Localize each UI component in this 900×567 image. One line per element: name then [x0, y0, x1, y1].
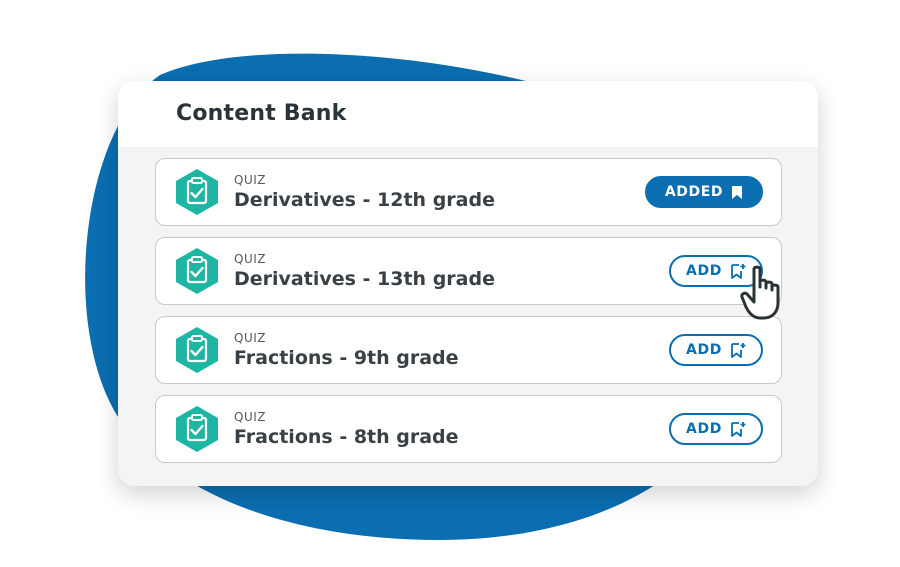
item-type: QUIZ	[234, 410, 266, 424]
button-label: ADD	[686, 421, 722, 437]
item-title: Fractions - 9th grade	[234, 347, 459, 369]
item-type: QUIZ	[234, 173, 266, 187]
quiz-clipboard-icon	[176, 327, 218, 373]
bookmark-add-icon	[731, 343, 746, 358]
bookmark-filled-icon	[732, 185, 743, 199]
panel-header: Content Bank	[118, 81, 818, 147]
list-item[interactable]: QUIZ Derivatives - 12th grade ADDED	[155, 158, 782, 226]
quiz-clipboard-icon	[176, 169, 218, 215]
button-label: ADD	[686, 263, 722, 279]
list-item[interactable]: QUIZ Fractions - 9th grade ADD	[155, 316, 782, 384]
item-title: Derivatives - 13th grade	[234, 268, 495, 290]
add-button[interactable]: ADD	[669, 413, 763, 445]
item-type: QUIZ	[234, 331, 266, 345]
button-label: ADD	[686, 342, 722, 358]
item-type: QUIZ	[234, 252, 266, 266]
item-title: Fractions - 8th grade	[234, 426, 459, 448]
item-title: Derivatives - 12th grade	[234, 189, 495, 211]
panel-title: Content Bank	[176, 101, 347, 126]
list-item[interactable]: QUIZ Derivatives - 13th grade ADD	[155, 237, 782, 305]
content-list: QUIZ Derivatives - 12th grade ADDED QUIZ…	[155, 158, 782, 474]
quiz-clipboard-icon	[176, 406, 218, 452]
added-button[interactable]: ADDED	[645, 176, 763, 208]
hand-pointer-cursor	[740, 265, 780, 320]
add-button[interactable]: ADD	[669, 334, 763, 366]
quiz-clipboard-icon	[176, 248, 218, 294]
list-item[interactable]: QUIZ Fractions - 8th grade ADD	[155, 395, 782, 463]
bookmark-add-icon	[731, 422, 746, 437]
button-label: ADDED	[664, 184, 724, 200]
content-bank-panel: Content Bank QUIZ Derivatives - 12th gra…	[118, 81, 818, 486]
